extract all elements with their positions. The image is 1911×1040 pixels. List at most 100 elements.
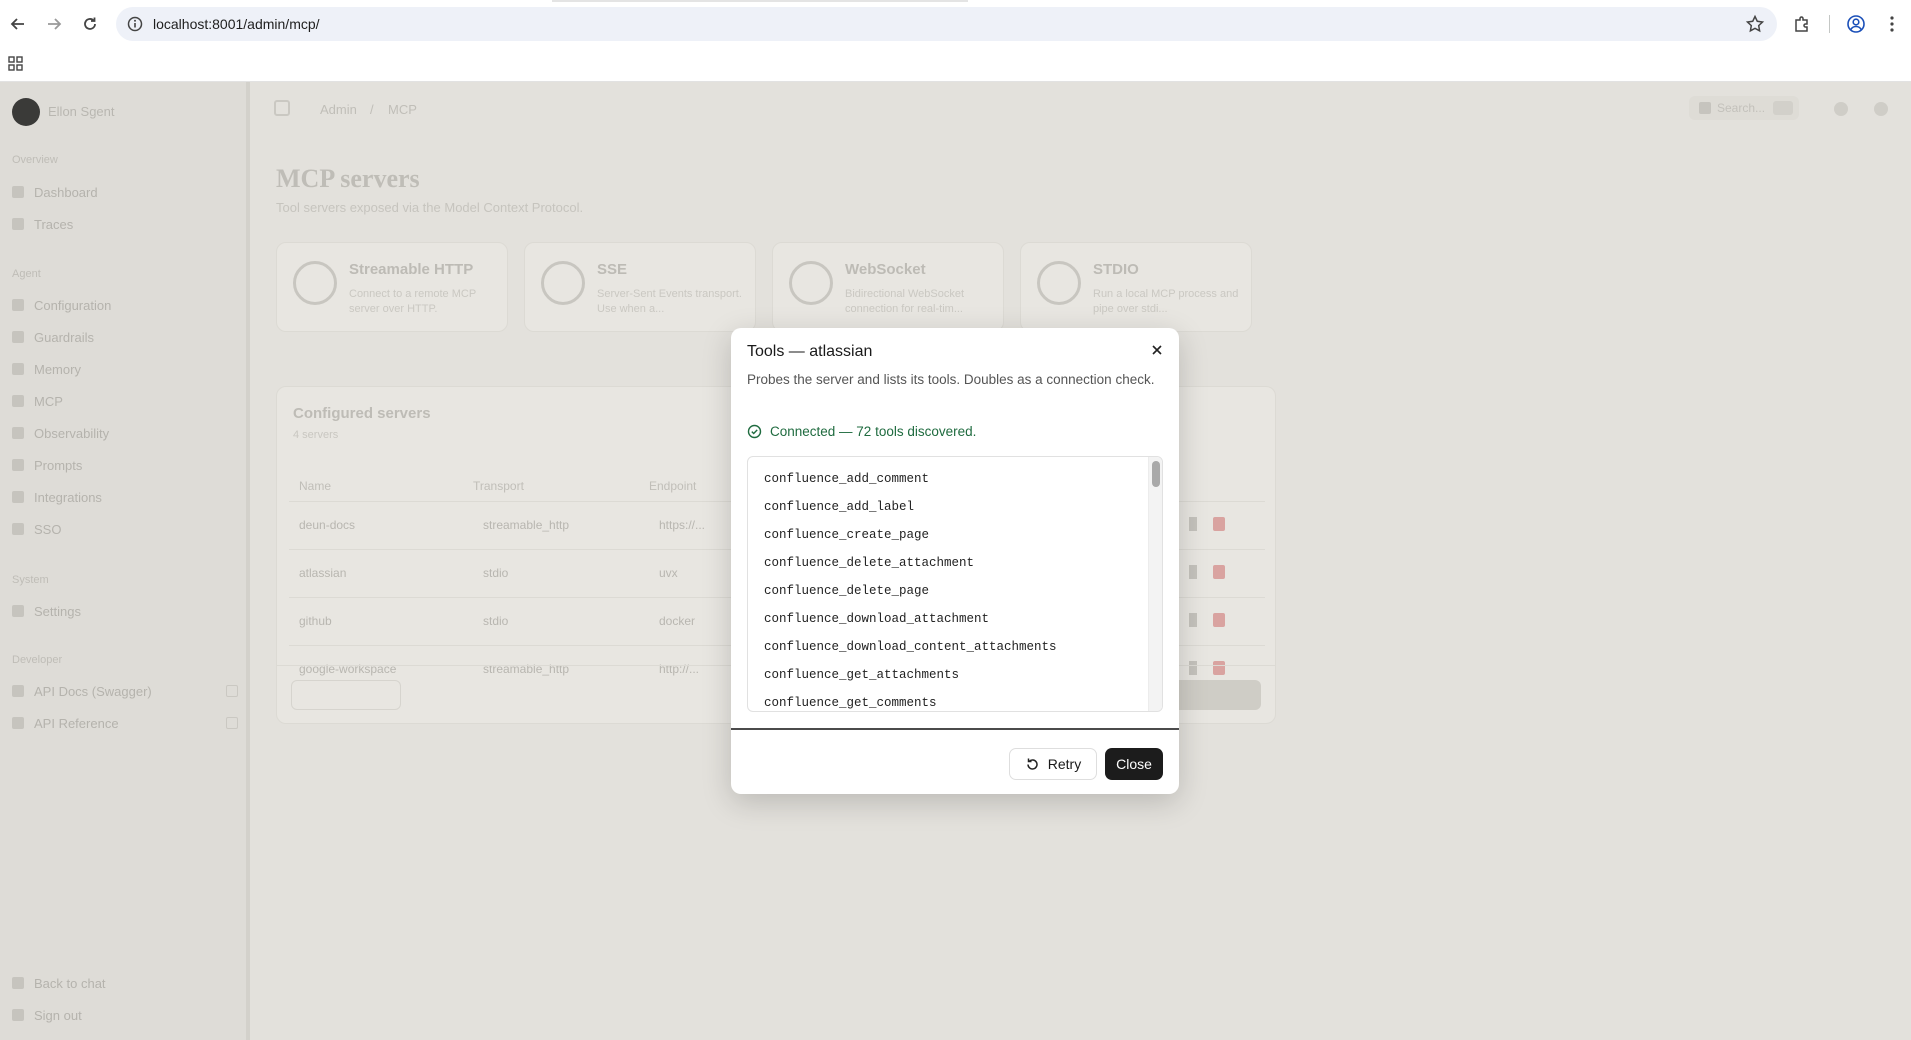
- terminal-icon: [1037, 261, 1081, 305]
- settings-icon: [12, 605, 24, 617]
- sidebar-back-to-chat[interactable]: Back to chat: [12, 972, 238, 994]
- sidebar-item-mcp[interactable]: MCP: [12, 390, 238, 412]
- breadcrumb-admin[interactable]: Admin: [320, 102, 357, 117]
- sidebar-item-prompts[interactable]: Prompts: [12, 454, 238, 476]
- status-text: Connected — 72 tools discovered.: [770, 424, 977, 439]
- shortcut-key: [1773, 101, 1793, 115]
- dialog-divider: [731, 728, 1179, 730]
- transport-card-websocket[interactable]: WebSocket Bidirectional WebSocket connec…: [772, 242, 1004, 332]
- page-subtitle: Tool servers exposed via the Model Conte…: [276, 200, 584, 215]
- configuration-icon: [12, 299, 24, 311]
- observability-icon: [12, 427, 24, 439]
- sidebar-item-memory[interactable]: Memory: [12, 358, 238, 380]
- breadcrumb-current: MCP: [388, 102, 417, 117]
- apps-grid-icon[interactable]: [7, 55, 25, 73]
- guardrails-icon: [12, 331, 24, 343]
- reload-icon[interactable]: [78, 12, 102, 36]
- memory-icon: [12, 363, 24, 375]
- panel-title: Configured servers: [293, 405, 431, 422]
- url-text[interactable]: localhost:8001/admin/mcp/: [153, 16, 320, 32]
- tools-list: confluence_add_comment confluence_add_la…: [748, 457, 1146, 711]
- edit-icon[interactable]: [1189, 613, 1197, 627]
- avatar[interactable]: [12, 98, 40, 126]
- sidebar-section-system: System: [12, 574, 49, 586]
- transport-card-stdio[interactable]: STDIO Run a local MCP process and pipe o…: [1020, 242, 1252, 332]
- retry-icon: [1027, 758, 1038, 770]
- breadcrumb-separator: /: [370, 102, 374, 117]
- bookmark-star-icon[interactable]: [1745, 14, 1765, 34]
- column-header-name: Name: [299, 479, 332, 493]
- search-button[interactable]: Search...: [1689, 96, 1799, 120]
- sidebar-item-integrations[interactable]: Integrations: [12, 486, 238, 508]
- close-icon[interactable]: [1149, 342, 1165, 358]
- scrollbar[interactable]: [1148, 457, 1162, 711]
- globe-icon: [293, 261, 337, 305]
- tools-list-box[interactable]: confluence_add_comment confluence_add_la…: [747, 456, 1163, 712]
- profile-icon[interactable]: [1844, 12, 1868, 36]
- sign-out-icon: [12, 1009, 24, 1021]
- secondary-footer-button[interactable]: [291, 680, 401, 710]
- external-link-icon: [226, 717, 238, 729]
- mcp-icon: [12, 395, 24, 407]
- add-server-button[interactable]: [1169, 680, 1261, 710]
- sidebar-item-settings[interactable]: Settings: [12, 600, 238, 622]
- arrow-left-icon: [12, 977, 24, 989]
- sidebar-section-overview: Overview: [12, 154, 58, 166]
- browser-menu-icon[interactable]: [1880, 12, 1904, 36]
- extensions-icon[interactable]: [1790, 12, 1814, 36]
- page-title: MCP servers: [276, 164, 420, 193]
- plug-icon: [789, 261, 833, 305]
- active-tab-indicator: [552, 0, 968, 2]
- sidebar-item-observability[interactable]: Observability: [12, 422, 238, 444]
- api-docs-icon: [12, 685, 24, 697]
- sidebar: Ellon Sgent Overview Dashboard Traces Ag…: [0, 82, 250, 1040]
- sidebar-item-api-reference[interactable]: API Reference: [12, 712, 238, 734]
- sidebar-item-guardrails[interactable]: Guardrails: [12, 326, 238, 348]
- site-info-icon[interactable]: [126, 15, 144, 33]
- external-link-icon: [226, 685, 238, 697]
- dialog-title: Tools — atlassian: [747, 343, 873, 360]
- sidebar-toggle-icon[interactable]: [274, 100, 290, 116]
- server-count: 4 servers: [293, 429, 339, 441]
- sso-icon: [12, 523, 24, 535]
- dashboard-icon: [12, 186, 24, 198]
- sidebar-user-name: Ellon Sgent: [48, 104, 115, 119]
- close-button[interactable]: Close: [1105, 748, 1163, 780]
- forward-icon[interactable]: [42, 12, 66, 36]
- column-header-endpoint: Endpoint: [649, 479, 697, 493]
- user-menu-icon[interactable]: [1874, 102, 1888, 116]
- sidebar-section-agent: Agent: [12, 268, 41, 280]
- tool-item: confluence_add_comment: [764, 472, 930, 486]
- edit-icon[interactable]: [1189, 565, 1197, 579]
- dialog-description: Probes the server and lists its tools. D…: [747, 372, 1155, 387]
- sidebar-item-sso[interactable]: SSO: [12, 518, 238, 540]
- trash-icon[interactable]: [1213, 565, 1225, 579]
- transport-card-http[interactable]: Streamable HTTP Connect to a remote MCP …: [276, 242, 508, 332]
- search-icon: [1699, 102, 1711, 114]
- trash-icon[interactable]: [1213, 613, 1225, 627]
- sidebar-item-configuration[interactable]: Configuration: [12, 294, 238, 316]
- toolbar-divider: [1829, 15, 1830, 33]
- back-icon[interactable]: [6, 12, 30, 36]
- trash-icon[interactable]: [1213, 517, 1225, 531]
- edit-icon[interactable]: [1189, 517, 1197, 531]
- address-bar[interactable]: localhost:8001/admin/mcp/: [116, 7, 1777, 41]
- sidebar-item-dashboard[interactable]: Dashboard: [12, 181, 238, 203]
- sidebar-item-traces[interactable]: Traces: [12, 213, 238, 235]
- tool-item: confluence_delete_page: [764, 584, 930, 598]
- retry-button[interactable]: Retry: [1009, 748, 1097, 780]
- sidebar-item-api-docs[interactable]: API Docs (Swagger): [12, 680, 238, 702]
- tools-dialog: Tools — atlassian Probes the server and …: [731, 328, 1179, 794]
- traces-icon: [12, 218, 24, 230]
- transport-card-sse[interactable]: SSE Server-Sent Events transport. Use wh…: [524, 242, 756, 332]
- scrollbar-thumb[interactable]: [1152, 461, 1160, 487]
- connection-status: Connected — 72 tools discovered.: [747, 424, 976, 439]
- column-header-transport: Transport: [473, 479, 524, 493]
- sidebar-sign-out[interactable]: Sign out: [12, 1004, 238, 1026]
- integrations-icon: [12, 491, 24, 503]
- tool-item: confluence_download_attachment: [764, 612, 990, 626]
- tool-item: confluence_get_attachments: [764, 668, 960, 682]
- api-reference-icon: [12, 717, 24, 729]
- theme-toggle-icon[interactable]: [1834, 102, 1848, 116]
- bookmarks-bar: [0, 48, 1911, 82]
